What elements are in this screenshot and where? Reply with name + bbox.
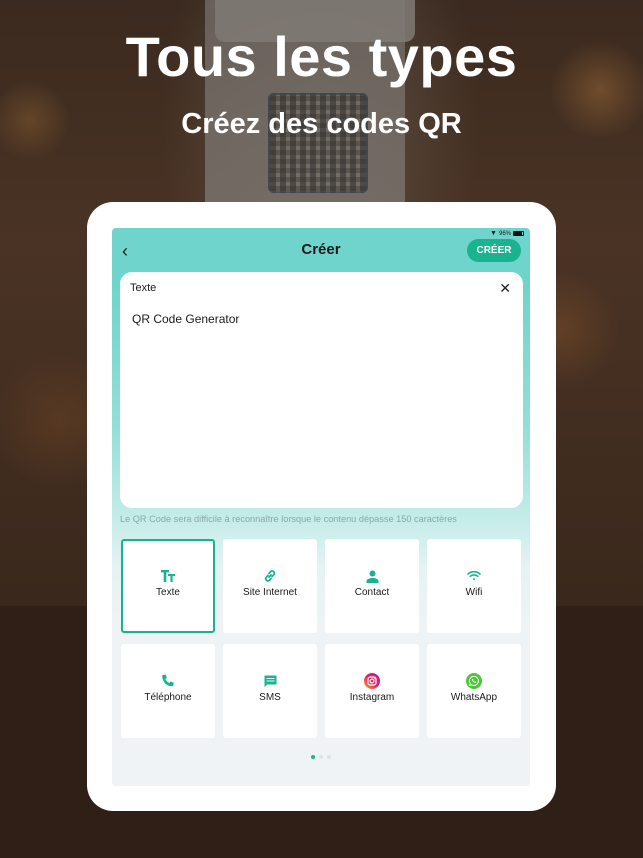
type-tile-contact[interactable]: Contact [325,539,419,633]
type-tile-texte[interactable]: Texte [121,539,215,633]
type-tile-sms[interactable]: SMS [223,644,317,738]
close-icon[interactable]: ✕ [499,280,511,297]
page-dot-3[interactable] [327,755,331,759]
person-icon [364,568,380,584]
text-editor-card: Texte ✕ QR Code Generator [120,272,523,508]
wifi-icon [466,568,482,584]
tile-label: Instagram [349,692,395,703]
qr-type-grid: Texte Site Internet Contact Wifi Télépho… [121,539,521,740]
whatsapp-icon [466,673,482,689]
app-screen: ▼ 96% ‹ Créer CRÉER Texte ✕ QR Code Gene… [112,228,530,786]
editor-label: Texte [130,282,157,294]
character-limit-hint: Le QR Code sera difficile à reconnaître … [120,514,457,524]
instagram-icon [364,673,380,689]
type-tile-telephone[interactable]: Téléphone [121,644,215,738]
tile-label: WhatsApp [450,692,498,703]
navigation-bar: ‹ Créer CRÉER [112,236,530,266]
tile-label: SMS [259,692,281,703]
create-button[interactable]: CRÉER [467,239,521,262]
marketing-headline: Tous les types [125,25,518,88]
phone-icon [160,673,176,689]
page-dot-1[interactable] [311,755,315,759]
type-tile-whatsapp[interactable]: WhatsApp [427,644,521,738]
type-tile-site-internet[interactable]: Site Internet [223,539,317,633]
text-size-icon [160,568,176,584]
message-icon [262,673,278,689]
tile-label: Site Internet [243,587,297,598]
page-indicator [112,755,530,759]
tile-label: Wifi [465,587,483,598]
tile-label: Téléphone [144,692,192,703]
link-icon [262,568,278,584]
page-dot-2[interactable] [319,755,323,759]
type-tile-wifi[interactable]: Wifi [427,539,521,633]
tile-label: Contact [354,587,390,598]
marketing-subheadline: Créez des codes QR [181,108,462,140]
tile-label: Texte [156,587,180,598]
type-tile-instagram[interactable]: Instagram [325,644,419,738]
content-textarea[interactable]: QR Code Generator [132,312,512,492]
